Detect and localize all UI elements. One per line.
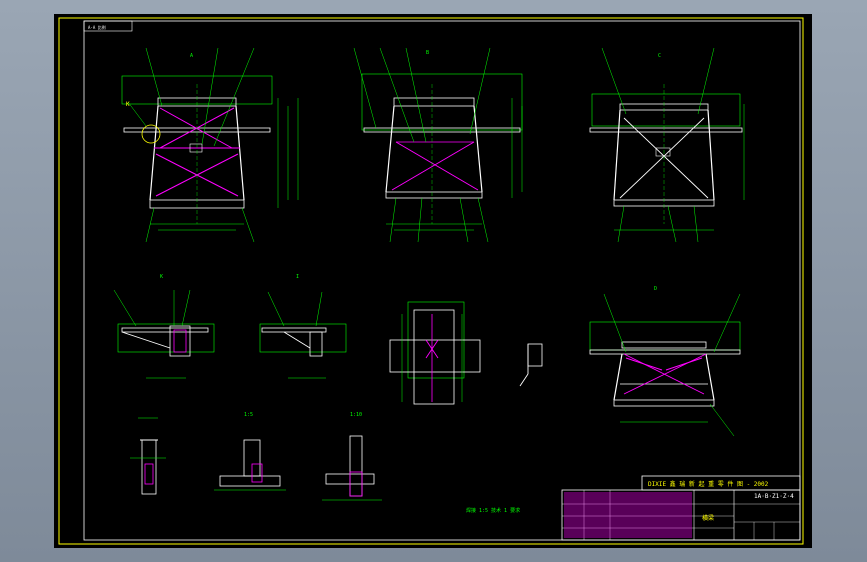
title-block: DIXIE 鑫 瑞 新 起 重 零 件 图 - 2002 1A·B·Z1·Z·4… [561,475,801,541]
title-block-title: DIXIE 鑫 瑞 新 起 重 零 件 图 - 2002 [648,480,769,488]
view-c: C [589,47,745,243]
view-k: K [113,274,215,379]
inner-frame [83,20,801,541]
view-plate-section [389,301,481,405]
view-k-label: K [160,274,163,280]
view-d-label: D [654,286,657,292]
section-1 [130,417,166,495]
title-block-part-name: 横梁 [702,514,714,522]
technical-note: 焊接 1:5 技术 1 要求 [466,507,520,514]
view-b-label: B [426,50,429,56]
section-2: 1:5 [214,412,286,491]
section-3-ratio: 1:10 [350,412,362,418]
view-d: D [589,286,741,437]
title-block-drawing-no: 1A·B·Z1·Z·4 [754,493,794,500]
view-a: A K [121,47,299,243]
cad-viewport[interactable]: A-A 比例 A K B C K I D 1:5 1:10 焊接 1:5 技术 … [54,14,812,548]
view-i: I [259,274,347,379]
view-angle [519,343,543,387]
cad-drawing: A-A 比例 A K B C K I D 1:5 1:10 焊接 1:5 技术 … [58,17,804,545]
section-2-ratio: 1:5 [244,412,253,418]
view-a-k-marker: K [126,101,130,108]
view-i-label: I [296,274,299,280]
view-a-label: A [190,53,193,59]
view-b: B [353,47,523,243]
section-3: 1:10 [322,412,382,501]
outer-frame [58,17,804,545]
view-c-label: C [658,53,661,59]
corner-tag-text: A-A 比例 [88,24,106,30]
